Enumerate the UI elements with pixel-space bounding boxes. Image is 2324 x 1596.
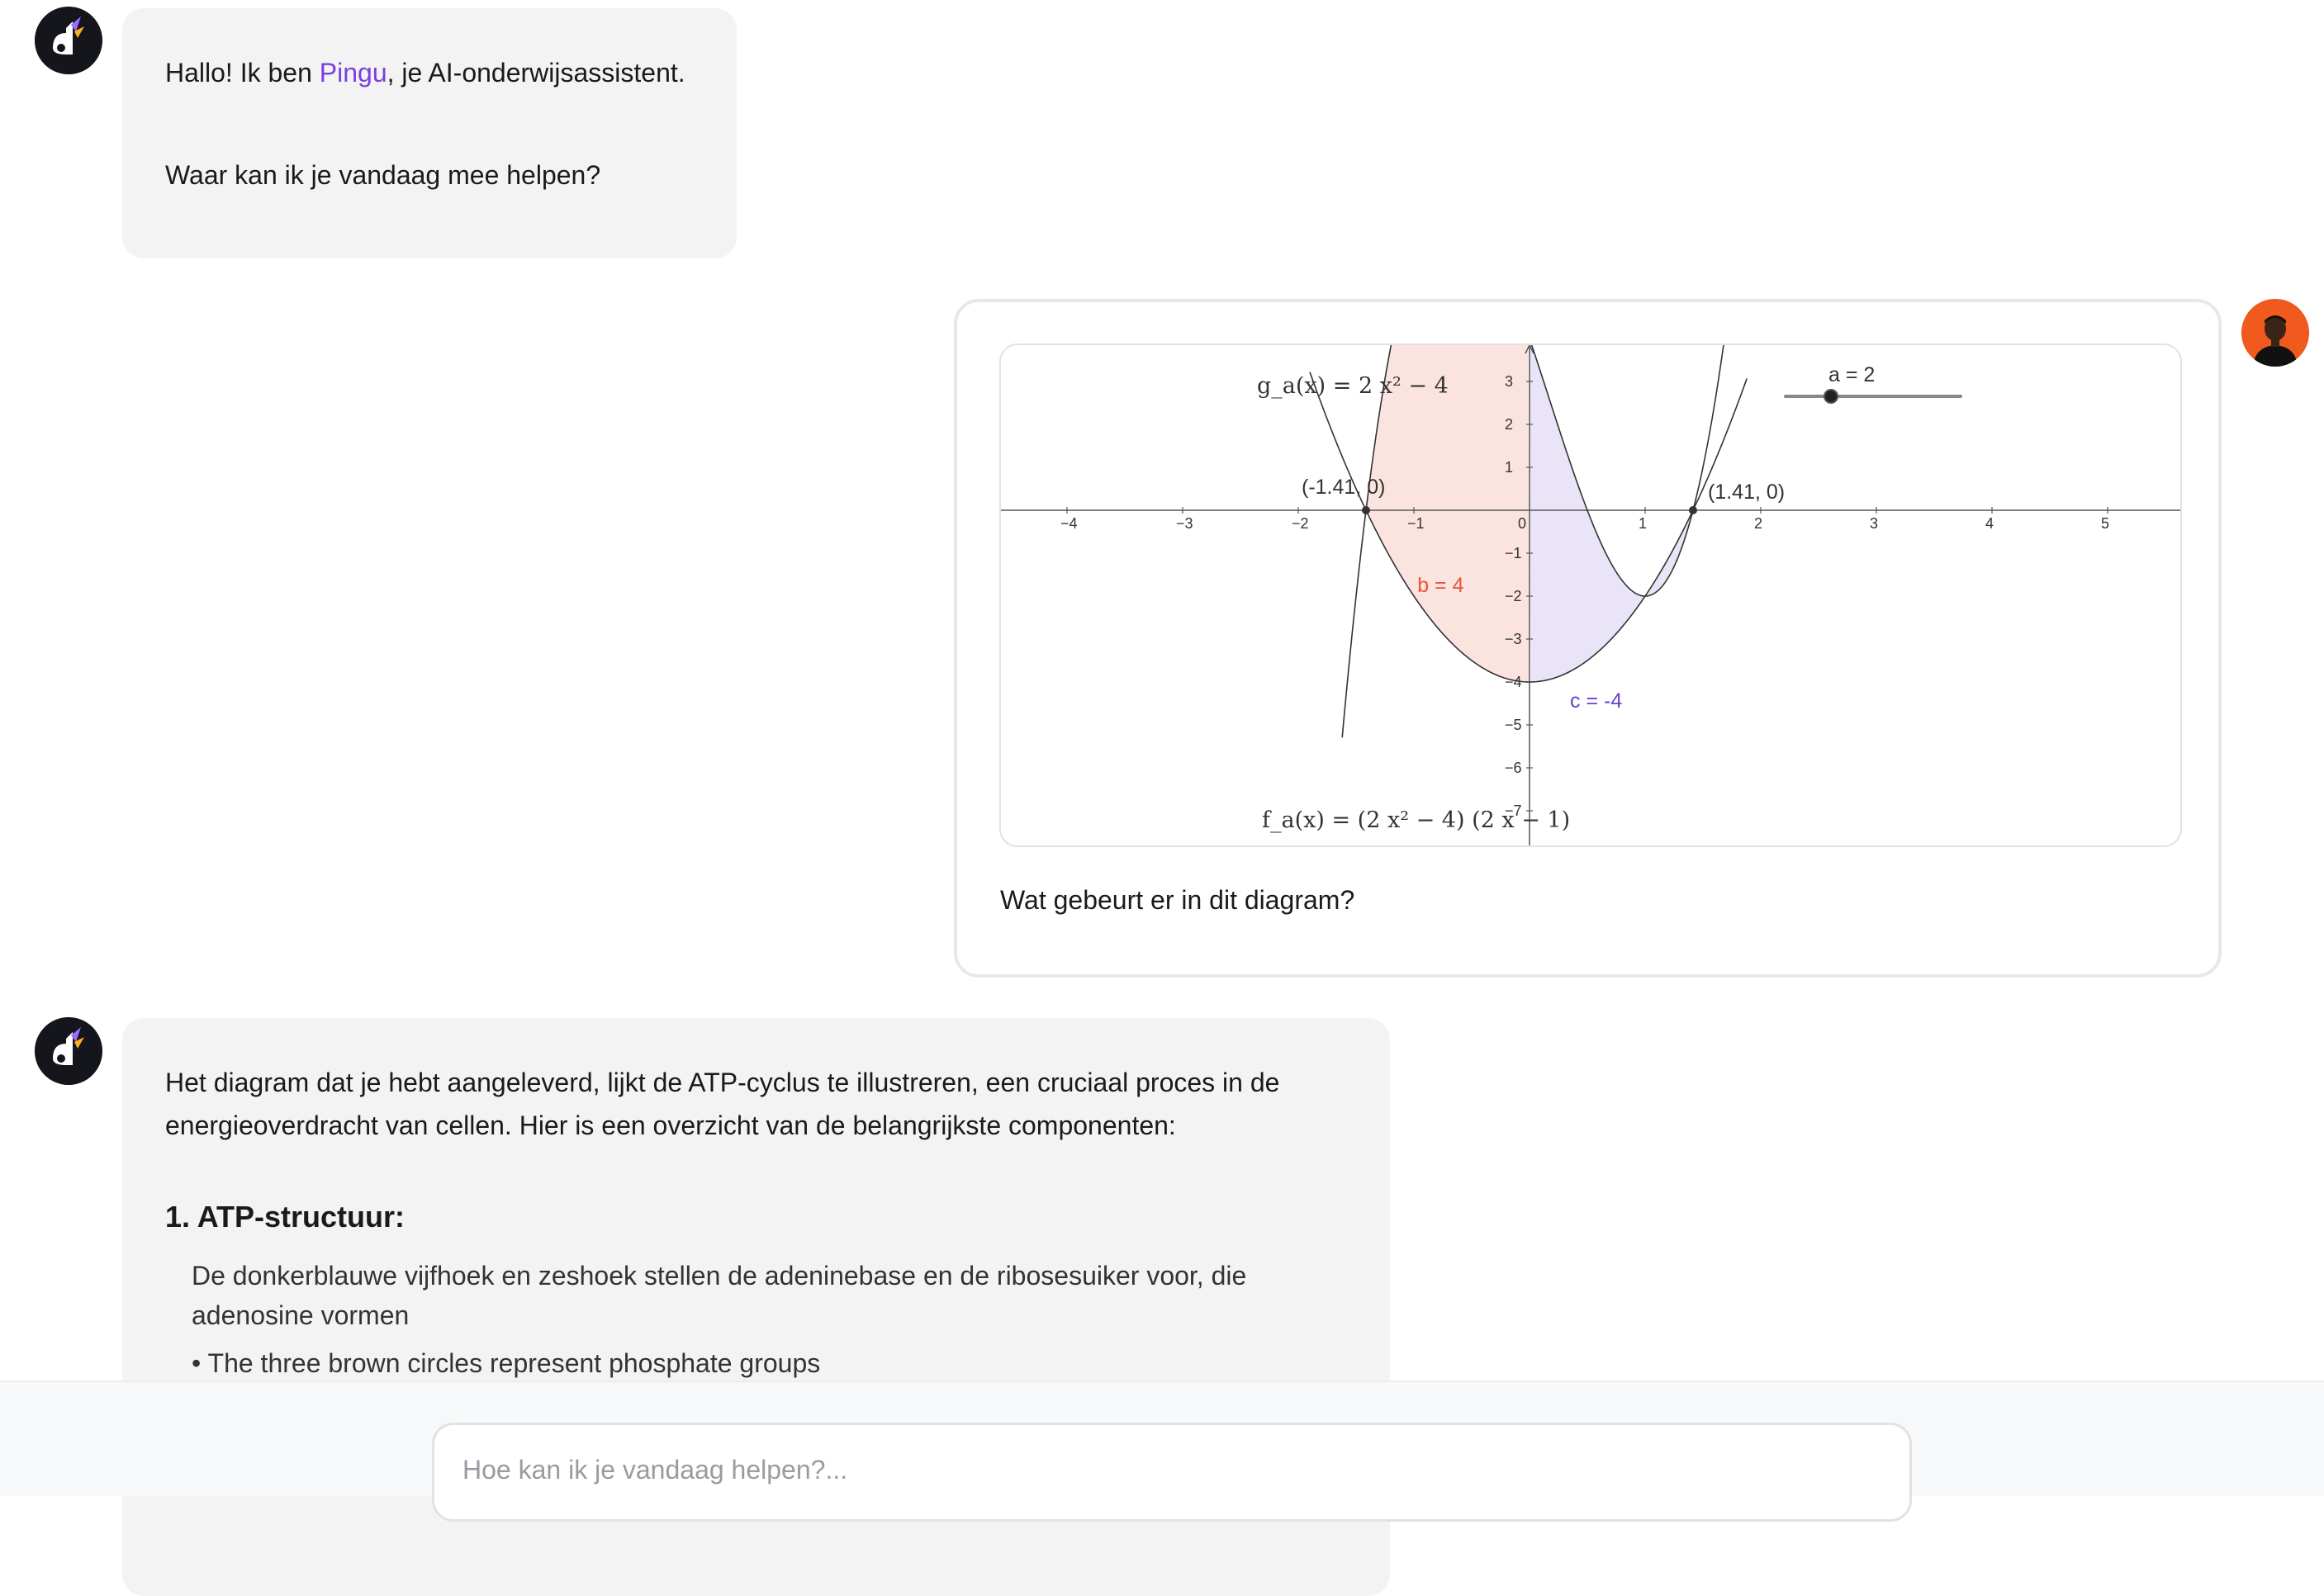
x-tick-label: −4	[1060, 515, 1078, 532]
x-tick-label: −1	[1407, 515, 1425, 532]
greeting-prefix: Hallo! Ik ben	[165, 58, 320, 88]
pingu-logo-icon	[35, 7, 102, 74]
x-tick-label: 0	[1518, 515, 1526, 532]
g-function-label: g_a(x) = 2 x² − 4	[1257, 373, 1449, 399]
area-c-region	[1530, 345, 1693, 682]
y-tick-label: 3	[1505, 373, 1513, 390]
greeting-line: Hallo! Ik ben Pingu, je AI-onderwijsassi…	[165, 53, 694, 92]
user-avatar	[2241, 299, 2309, 367]
user-message-text: Wat gebeurt er in dit diagram?	[1000, 885, 1355, 915]
answer-lead: Het diagram dat je hebt aangeleverd, lij…	[165, 1068, 1280, 1140]
x-tick-label: −2	[1292, 515, 1309, 532]
y-tick-label: −6	[1505, 760, 1522, 776]
assistant-name: Pingu	[319, 58, 387, 88]
point-right-label: (1.41, 0)	[1708, 481, 1785, 504]
x-tick-label: 4	[1985, 515, 1994, 532]
point-right	[1688, 506, 1697, 514]
f-function-label: f_a(x) = (2 x² − 4) (2 x − 1)	[1262, 807, 1570, 833]
x-tick-label: 1	[1639, 515, 1647, 532]
point-left-label: (-1.41, 0)	[1302, 476, 1385, 499]
area-c-label: c = -4	[1570, 689, 1622, 713]
point-left	[1362, 506, 1371, 514]
message-input[interactable]	[462, 1455, 1881, 1485]
user-message-card: −4 −3 −2 −1 0 1 2 3 4 5 3 2 1 −1 −2 −3 −4 −5 −6 −7 (-1.41, 0…	[954, 299, 2222, 978]
pingu-logo-icon	[35, 1017, 102, 1085]
answer-detail: De donkerblauwe vijfhoek en zeshoek stel…	[192, 1261, 1247, 1330]
y-tick-label: 1	[1505, 459, 1513, 476]
slider-handle	[1824, 389, 1838, 404]
y-tick-label: −2	[1505, 588, 1522, 604]
x-tick-label: 5	[2101, 515, 2109, 532]
message-input-box[interactable]	[432, 1423, 1912, 1522]
slider-label: a = 2	[1828, 363, 1875, 386]
answer-bullet: • The three brown circles represent phos…	[192, 1348, 821, 1378]
answer-heading: 1. ATP-structuur:	[165, 1200, 406, 1234]
user-photo-icon	[2241, 299, 2309, 367]
y-tick-label: −3	[1505, 631, 1522, 647]
graph-image-attachment[interactable]: −4 −3 −2 −1 0 1 2 3 4 5 3 2 1 −1 −2 −3 −4 −5 −6 −7 (-1.41, 0…	[999, 343, 2182, 847]
assistant-avatar	[35, 1017, 102, 1085]
x-tick-label: 3	[1870, 515, 1878, 532]
greeting-question: Waar kan ik je vandaag mee helpen?	[165, 160, 601, 190]
answer-bullet-text: The three brown circles represent phosph…	[207, 1348, 821, 1378]
assistant-avatar	[35, 7, 102, 74]
greeting-suffix: , je AI-onderwijsassistent.	[387, 58, 685, 88]
assistant-message-bubble: Hallo! Ik ben Pingu, je AI-onderwijsassi…	[122, 8, 737, 258]
y-tick-label: −4	[1505, 674, 1522, 690]
function-graph: −4 −3 −2 −1 0 1 2 3 4 5321−1−2−3−4−5−6−7(-1.41, 0…	[1001, 345, 2180, 845]
y-tick-label: −1	[1505, 545, 1522, 561]
y-tick-label: −5	[1505, 717, 1522, 733]
x-tick-label: 2	[1754, 515, 1762, 532]
y-tick-label: 2	[1505, 416, 1513, 433]
x-tick-label: −3	[1176, 515, 1193, 532]
area-b-label: b = 4	[1417, 574, 1463, 597]
